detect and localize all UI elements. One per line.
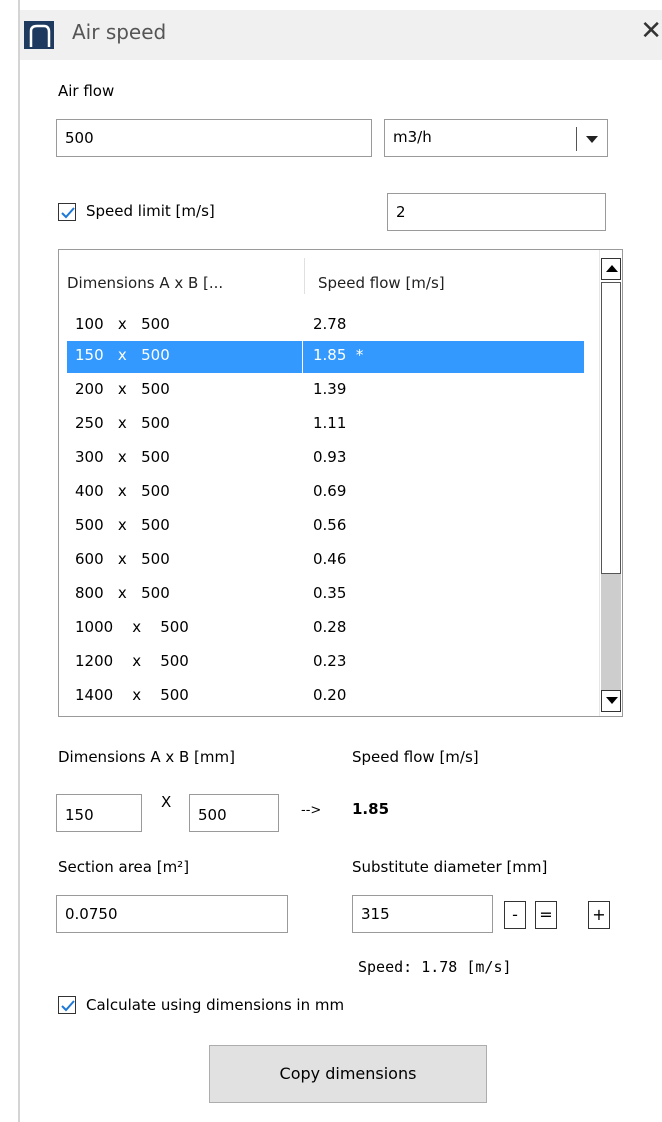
table-row[interactable]: 1000 x 500 0.28	[67, 613, 584, 645]
substitute-speed-text: Speed: 1.78 [m/s]	[358, 958, 512, 976]
checkmark-icon	[61, 207, 75, 219]
table-row[interactable]: 1400 x 500 0.20	[67, 681, 584, 713]
cell-dimensions: 800 x 500	[75, 584, 170, 602]
column-header-speed[interactable]: Speed flow [m/s]	[318, 274, 445, 292]
table-row[interactable]: 500 x 500 0.56	[67, 511, 584, 543]
cell-speed: 2.78	[313, 315, 347, 333]
cell-dimensions: 500 x 500	[75, 516, 170, 534]
calculate-mm-checkbox[interactable]	[58, 996, 76, 1014]
combo-separator	[576, 127, 577, 151]
cell-speed: 0.46	[313, 550, 347, 568]
airflow-input[interactable]: 500	[56, 119, 372, 157]
title-bar: Air speed ✕	[20, 10, 662, 60]
cell-dimensions: 400 x 500	[75, 482, 170, 500]
cell-speed: 1.39	[313, 380, 347, 398]
calculate-mm-label: Calculate using dimensions in mm	[86, 996, 345, 1014]
table-row[interactable]: 100 x 500 2.78	[67, 310, 584, 342]
cell-dimensions: 1200 x 500	[75, 652, 189, 670]
cell-speed: 1.11	[313, 414, 347, 432]
dimension-a-input[interactable]: 150	[56, 794, 142, 832]
column-header-dimensions[interactable]: Dimensions A x B [...	[67, 274, 223, 292]
chevron-up-icon	[606, 265, 618, 272]
airflow-label: Air flow	[58, 82, 115, 100]
substitute-diameter-label: Substitute diameter [mm]	[352, 858, 548, 876]
equals-button[interactable]: =	[535, 901, 557, 929]
cell-speed: 0.23	[313, 652, 347, 670]
arrow-label: -->	[301, 803, 322, 818]
table-row[interactable]: 200 x 500 1.39	[67, 375, 584, 407]
cell-dimensions: 250 x 500	[75, 414, 170, 432]
column-divider[interactable]	[304, 258, 305, 294]
speed-flow-label: Speed flow [m/s]	[352, 748, 479, 766]
speed-limit-input[interactable]: 2	[387, 193, 606, 231]
close-icon[interactable]: ✕	[640, 16, 662, 46]
cell-speed: 0.56	[313, 516, 347, 534]
table-row[interactable]: 250 x 500 1.11	[67, 409, 584, 441]
cell-dimensions: 100 x 500	[75, 315, 170, 333]
table-row[interactable]: 300 x 500 0.93	[67, 443, 584, 475]
scroll-down-button[interactable]	[601, 690, 621, 712]
scroll-track[interactable]	[601, 574, 621, 690]
dimensions-table[interactable]: Dimensions A x B [... Speed flow [m/s] 1…	[58, 249, 623, 717]
table-row[interactable]: 400 x 500 0.69	[67, 477, 584, 509]
selection-divider	[302, 341, 303, 373]
table-row[interactable]: 600 x 500 0.46	[67, 545, 584, 577]
cell-speed: 1.85 *	[313, 346, 364, 364]
cell-dimensions: 1400 x 500	[75, 686, 189, 704]
decrease-button[interactable]: -	[504, 901, 526, 929]
cell-dimensions: 200 x 500	[75, 380, 170, 398]
cell-speed: 0.35	[313, 584, 347, 602]
scroll-up-button[interactable]	[601, 258, 621, 280]
cell-speed: 0.69	[313, 482, 347, 500]
table-row[interactable]: 1200 x 500 0.23	[67, 647, 584, 679]
section-area-field[interactable]: 0.0750	[56, 895, 288, 933]
cell-dimensions: 300 x 500	[75, 448, 170, 466]
airflow-unit-value: m3/h	[393, 128, 432, 146]
substitute-diameter-input[interactable]: 315	[352, 895, 493, 933]
copy-dimensions-button[interactable]: Copy dimensions	[209, 1045, 487, 1103]
dimension-b-input[interactable]: 500	[189, 794, 279, 832]
chevron-down-icon[interactable]	[586, 136, 598, 143]
speed-flow-value: 1.85	[352, 800, 390, 818]
table-row[interactable]: 800 x 500 0.35	[67, 579, 584, 611]
table-scrollbar[interactable]	[599, 250, 622, 716]
speed-limit-label: Speed limit [m/s]	[86, 202, 215, 220]
scroll-thumb[interactable]	[601, 282, 621, 574]
cell-dimensions: 1000 x 500	[75, 618, 189, 636]
cell-dimensions: 150 x 500	[75, 346, 170, 364]
window-left-border	[18, 0, 20, 1122]
app-icon	[24, 21, 54, 49]
airflow-unit-select[interactable]: m3/h	[384, 119, 608, 157]
window-title: Air speed	[72, 20, 167, 44]
table-header: Dimensions A x B [... Speed flow [m/s]	[59, 250, 602, 300]
dimensions-label: Dimensions A x B [mm]	[58, 748, 235, 766]
section-area-label: Section area [m²]	[58, 858, 190, 876]
chevron-down-icon	[606, 697, 618, 704]
cell-speed: 0.20	[313, 686, 347, 704]
cell-speed: 0.28	[313, 618, 347, 636]
times-label: X	[161, 793, 172, 811]
speed-limit-checkbox[interactable]	[58, 203, 76, 221]
cell-speed: 0.93	[313, 448, 347, 466]
cell-dimensions: 600 x 500	[75, 550, 170, 568]
checkmark-icon	[61, 1000, 75, 1012]
table-row-selected[interactable]: 150 x 500 1.85 *	[67, 341, 584, 373]
increase-button[interactable]: +	[588, 901, 610, 929]
